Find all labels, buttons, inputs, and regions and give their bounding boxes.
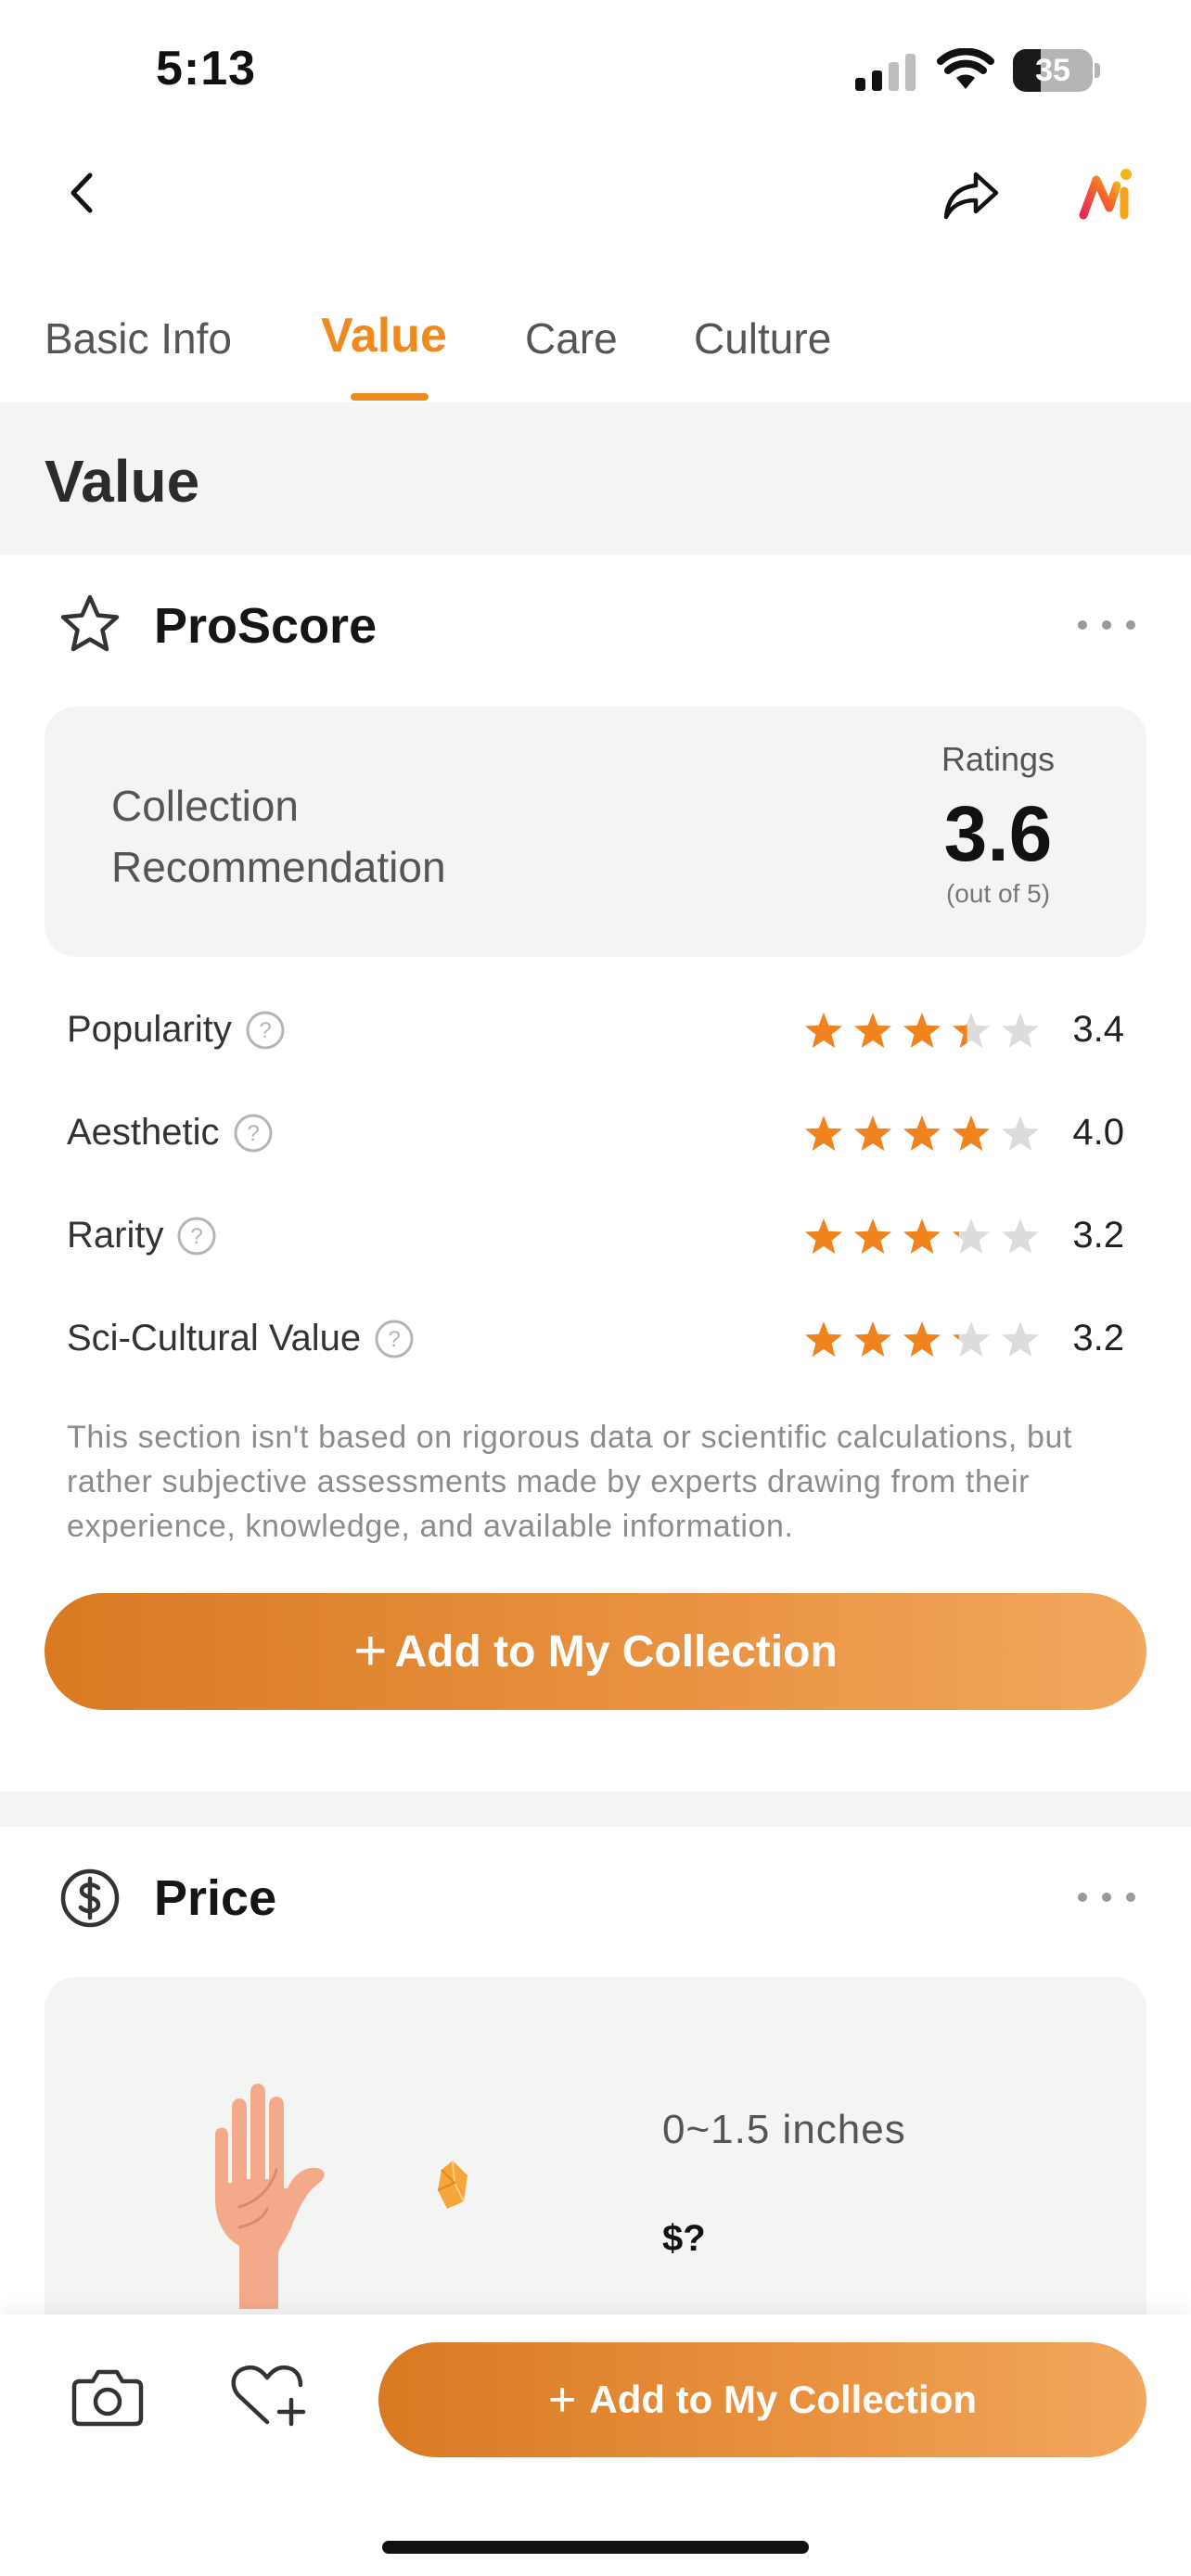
battery-percent: 35 (1035, 53, 1070, 88)
proscore-disclaimer: This section isn't based on rigorous dat… (67, 1420, 1073, 1544)
ratings-label: Ratings (941, 740, 1056, 778)
star-outline-icon (60, 594, 120, 652)
star-fill (854, 1218, 891, 1254)
section-divider (0, 1792, 1191, 1827)
app-logo-icon[interactable] (1076, 163, 1137, 224)
add-to-collection-label: Add to My Collection (394, 1626, 838, 1677)
metric-label-wrap: Sci-Cultural Value ? (67, 1318, 415, 1359)
star-fill (854, 1116, 891, 1151)
battery-indicator: 35 (1013, 49, 1102, 92)
star-rating (805, 1116, 1039, 1151)
star-fill (953, 1116, 990, 1151)
star-icon (1002, 1218, 1039, 1254)
price-title: Price (154, 1870, 277, 1926)
plus-icon: + (353, 1619, 388, 1683)
svg-text:?: ? (247, 1121, 259, 1146)
bottom-action-bar: + Add to My Collection (0, 2315, 1191, 2576)
heart-plus-icon[interactable] (230, 2363, 310, 2429)
back-button[interactable] (56, 167, 108, 219)
star-fill (903, 1218, 941, 1254)
ratings-out-of: (out of 5) (945, 879, 1051, 908)
section-title: Value (45, 448, 200, 515)
metric-label: Sci-Cultural Value (67, 1318, 362, 1358)
metric-row-sci-cultural-value: Sci-Cultural Value ? 3.2 (67, 1308, 1124, 1373)
metric-label: Aesthetic (67, 1112, 220, 1153)
help-icon[interactable]: ? (233, 1113, 274, 1154)
star-rating (805, 1013, 1039, 1048)
metric-row-aesthetic: Aesthetic ? 4.0 (67, 1103, 1124, 1167)
star-fill (854, 1013, 891, 1048)
svg-text:?: ? (388, 1327, 400, 1352)
star-rating (805, 1218, 1039, 1254)
star-fill (805, 1116, 842, 1151)
metric-label: Popularity (67, 1009, 232, 1050)
chevron-left-icon (70, 172, 93, 213)
dollar-circle-icon (60, 1868, 120, 1928)
svg-text:?: ? (259, 1018, 271, 1043)
svg-text:?: ? (191, 1224, 203, 1249)
tab-basic-info[interactable]: Basic Info (45, 313, 232, 363)
price-value: $? (662, 2218, 706, 2259)
help-icon[interactable]: ? (245, 1010, 286, 1051)
cellular-signal-icon (855, 54, 916, 91)
active-tab-indicator (351, 393, 429, 401)
star-fill (805, 1013, 842, 1048)
status-bar: 5:13 35 (0, 0, 1191, 139)
tab-care[interactable]: Care (525, 313, 618, 363)
star-fill (903, 1116, 941, 1151)
collection-recommendation-box: Collection Recommendation Ratings 3.6 (o… (45, 707, 1146, 957)
metric-value: 3.4 (1072, 1009, 1124, 1050)
star-fill (903, 1321, 941, 1357)
bottom-add-to-collection-button[interactable]: + Add to My Collection (378, 2342, 1146, 2457)
add-to-collection-button[interactable]: + Add to My Collection (45, 1593, 1146, 1710)
share-icon[interactable] (942, 167, 1002, 223)
plus-icon: + (547, 2373, 577, 2427)
price-size-label: 0~1.5 inches (662, 2107, 906, 2152)
star-fill (903, 1013, 941, 1048)
metric-row-rarity: Rarity ? 3.2 (67, 1205, 1124, 1270)
bottom-add-to-collection-label: Add to My Collection (589, 2378, 978, 2421)
tab-value[interactable]: Value (321, 308, 447, 363)
proscore-more-button[interactable] (1078, 616, 1135, 634)
hand-illustration (215, 2084, 325, 2309)
star-rating (805, 1321, 1039, 1357)
metric-value: 3.2 (1072, 1215, 1124, 1256)
help-icon[interactable]: ? (374, 1319, 415, 1359)
ratings-value: 3.6 (943, 790, 1053, 877)
gem-illustration (437, 2160, 467, 2209)
star-fill (805, 1321, 842, 1357)
ratings-summary: Ratings 3.6 (out of 5) (879, 740, 1117, 909)
metric-row-popularity: Popularity ? 3.4 (67, 1000, 1124, 1065)
camera-icon[interactable] (70, 2363, 145, 2429)
price-more-button[interactable] (1078, 1888, 1135, 1906)
tab-culture[interactable]: Culture (694, 313, 831, 363)
star-icon (1002, 1321, 1039, 1357)
star-fill (854, 1321, 891, 1357)
star-icon (1002, 1116, 1039, 1151)
wifi-icon (937, 48, 994, 89)
metric-label-wrap: Rarity ? (67, 1215, 217, 1256)
home-indicator (382, 2541, 809, 2554)
section-header: Value (0, 402, 1191, 555)
star-fill (805, 1218, 842, 1254)
recommendation-label: Collection Recommendation (111, 782, 446, 891)
tab-bar: Basic Info Value Care Culture (0, 297, 1191, 402)
metric-label-wrap: Aesthetic ? (67, 1112, 274, 1154)
price-size-box: 0~1.5 inches $? (45, 1977, 1146, 2366)
metric-value: 3.2 (1072, 1318, 1124, 1358)
metric-value: 4.0 (1072, 1112, 1124, 1153)
metric-label-wrap: Popularity ? (67, 1009, 286, 1051)
status-time: 5:13 (156, 42, 257, 96)
metric-label: Rarity (67, 1215, 164, 1256)
proscore-title: ProScore (154, 598, 378, 654)
star-icon (1002, 1013, 1039, 1048)
help-icon[interactable]: ? (176, 1216, 217, 1256)
